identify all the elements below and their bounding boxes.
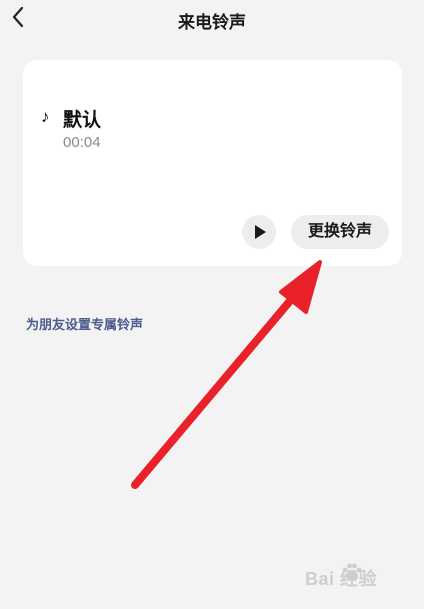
header-bar: 来电铃声 [0,0,424,40]
ringtone-duration: 00:04 [63,134,101,151]
page-title: 来电铃声 [178,13,246,32]
music-note-icon: ♪ [41,107,50,126]
change-ringtone-button[interactable]: 更换铃声 [291,215,389,249]
baidu-watermark: Bai 经验 [305,557,417,593]
paw-icon [342,563,362,581]
ringtone-name: 默认 [63,110,102,131]
ringtone-card: ♪ 默认 00:04 更换铃声 [23,60,402,266]
set-friend-ringtone-link[interactable]: 为朋友设置专属铃声 [26,314,143,333]
play-button[interactable] [242,215,276,249]
play-icon [255,225,266,239]
